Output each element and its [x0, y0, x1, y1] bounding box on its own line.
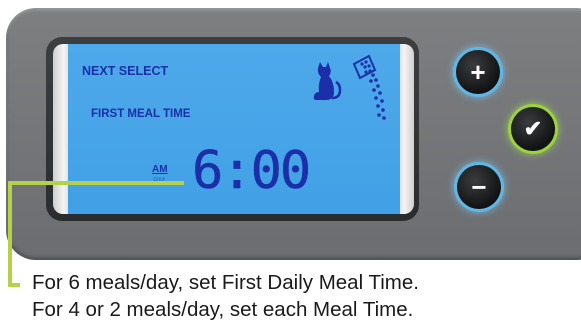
- lcd-screen: NEXT SELECT FIRST MEAL TIME AM PM 6:00: [68, 44, 400, 214]
- checkmark-icon: ✔: [523, 116, 543, 141]
- instruction-line-2: For 4 or 2 meals/day, set each Meal Time…: [32, 298, 414, 321]
- lcd-first-meal-time-label: FIRST MEAL TIME: [91, 108, 191, 120]
- lcd-next-select-label: NEXT SELECT: [82, 64, 169, 78]
- callout-line-vertical: [8, 181, 12, 287]
- instruction-line-1: For 6 meals/day, set First Daily Meal Ti…: [32, 271, 419, 294]
- callout-line-foot: [8, 283, 20, 287]
- plus-icon: +: [470, 57, 486, 87]
- callout-line-horizontal: [8, 181, 184, 185]
- plus-button[interactable]: +: [456, 50, 500, 94]
- lcd-time-display: 6:00: [192, 141, 312, 202]
- minus-icon: −: [471, 172, 487, 202]
- food-bowl-icon: [351, 54, 391, 129]
- confirm-button[interactable]: ✔: [511, 107, 555, 151]
- lcd-am-indicator: AM: [152, 164, 168, 175]
- cat-icon: [312, 62, 342, 107]
- lcd-bezel-right: [398, 44, 414, 214]
- minus-button[interactable]: −: [457, 165, 501, 209]
